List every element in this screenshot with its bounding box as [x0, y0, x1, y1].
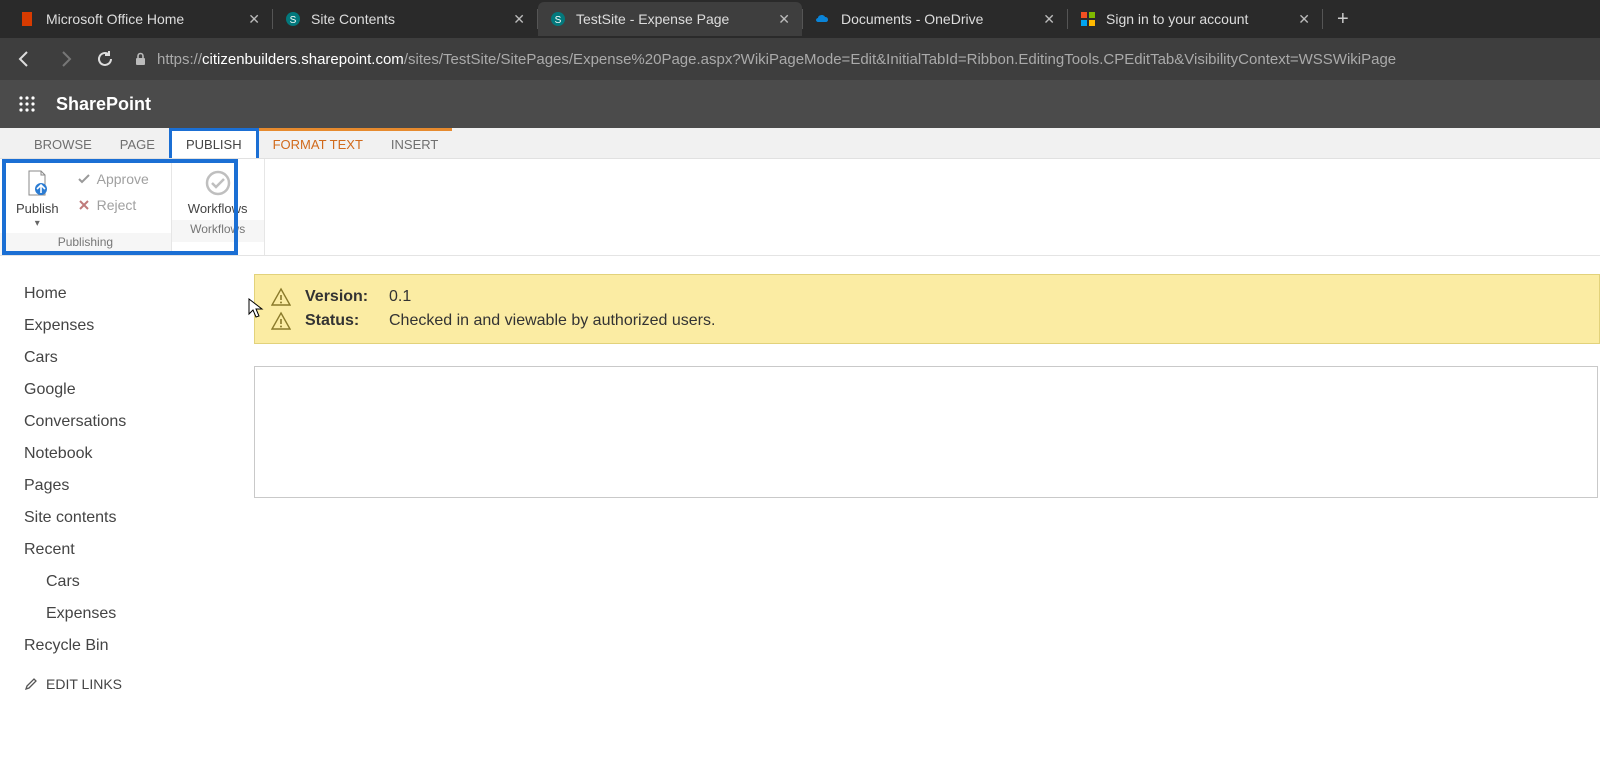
url-text: https://citizenbuilders.sharepoint.com/s… [157, 51, 1396, 68]
nav-pages[interactable]: Pages [24, 470, 254, 502]
tab-strip: Microsoft Office Home ✕ S Site Contents … [0, 0, 1600, 38]
tab-title: Documents - OneDrive [841, 11, 1033, 27]
url-scheme: https:// [157, 51, 202, 68]
url-host: citizenbuilders.sharepoint.com [202, 51, 404, 68]
tab-title: Microsoft Office Home [46, 11, 238, 27]
tab-browse[interactable]: BROWSE [20, 131, 106, 158]
nav-google[interactable]: Google [24, 374, 254, 406]
close-icon[interactable]: ✕ [778, 12, 790, 26]
url-path: /sites/TestSite/SitePages/Expense%20Page… [404, 51, 1396, 68]
group-label-publishing: Publishing [0, 233, 171, 255]
edit-links-label: EDIT LINKS [46, 676, 122, 692]
suite-bar: SharePoint [0, 80, 1600, 128]
onedrive-icon [815, 11, 831, 27]
workflows-label: Workflows [188, 201, 248, 216]
sharepoint-icon: S [550, 11, 566, 27]
lock-icon [134, 52, 147, 66]
browser-tab-active[interactable]: S TestSite - Expense Page ✕ [538, 2, 802, 36]
left-nav: Home Expenses Cars Google Conversations … [0, 256, 254, 692]
pencil-icon [24, 677, 38, 691]
nav-conversations[interactable]: Conversations [24, 406, 254, 438]
nav-recent[interactable]: Recent [24, 534, 254, 566]
close-icon[interactable]: ✕ [248, 12, 260, 26]
reload-icon[interactable] [94, 50, 116, 68]
address-bar: https://citizenbuilders.sharepoint.com/s… [0, 38, 1600, 80]
svg-text:S: S [555, 15, 562, 26]
forward-icon[interactable] [54, 49, 76, 69]
warning-icon [271, 311, 291, 331]
reject-button[interactable]: Reject [73, 195, 153, 215]
reject-label: Reject [97, 197, 137, 213]
page-editor-area[interactable] [254, 366, 1598, 498]
browser-tab[interactable]: Sign in to your account ✕ [1068, 2, 1322, 36]
office-icon [20, 11, 36, 27]
new-tab-button[interactable]: + [1323, 8, 1363, 31]
workflows-button[interactable]: Workflows [182, 165, 254, 218]
workflows-icon [202, 167, 234, 199]
edit-links-button[interactable]: EDIT LINKS [24, 662, 254, 692]
tab-page[interactable]: PAGE [106, 131, 169, 158]
reject-icon [77, 198, 91, 212]
tab-publish[interactable]: PUBLISH [169, 128, 259, 158]
suite-title[interactable]: SharePoint [56, 94, 151, 115]
main-layout: Home Expenses Cars Google Conversations … [0, 256, 1600, 692]
ribbon-group-publishing: Publish ▾ Approve Reject Publishing [0, 159, 172, 255]
sharepoint-icon: S [285, 11, 301, 27]
browser-tab[interactable]: Microsoft Office Home ✕ [8, 2, 272, 36]
warning-icon [271, 287, 291, 307]
status-row-version: Version: 0.1 [271, 285, 1583, 309]
nav-expenses[interactable]: Expenses [24, 310, 254, 342]
tab-title: TestSite - Expense Page [576, 11, 768, 27]
ribbon-tabs: BROWSE PAGE PUBLISH FORMAT TEXT INSERT [0, 128, 1600, 159]
chevron-down-icon: ▾ [35, 218, 40, 229]
tab-insert[interactable]: INSERT [377, 131, 452, 158]
status-label: Status: [305, 312, 375, 330]
ribbon-body: Publish ▾ Approve Reject Publishing [0, 159, 1600, 256]
approve-button[interactable]: Approve [73, 169, 153, 189]
url-field[interactable]: https://citizenbuilders.sharepoint.com/s… [134, 51, 1586, 68]
nav-recycle-bin[interactable]: Recycle Bin [24, 630, 254, 662]
microsoft-icon [1080, 11, 1096, 27]
nav-home[interactable]: Home [24, 278, 254, 310]
group-label-workflows: Workflows [172, 220, 264, 242]
publish-icon [21, 167, 53, 199]
tab-title: Site Contents [311, 11, 503, 27]
nav-site-contents[interactable]: Site contents [24, 502, 254, 534]
browser-tab[interactable]: S Site Contents ✕ [273, 2, 537, 36]
browser-chrome: Microsoft Office Home ✕ S Site Contents … [0, 0, 1600, 80]
ribbon-group-workflows: Workflows Workflows [172, 159, 265, 255]
status-banner: Version: 0.1 Status: Checked in and view… [254, 274, 1600, 344]
nav-recent-cars[interactable]: Cars [24, 566, 254, 598]
tab-title: Sign in to your account [1106, 11, 1288, 27]
close-icon[interactable]: ✕ [513, 12, 525, 26]
app-launcher-icon[interactable] [18, 95, 36, 113]
tab-format-text[interactable]: FORMAT TEXT [259, 131, 377, 158]
svg-text:S: S [290, 15, 297, 26]
browser-tab[interactable]: Documents - OneDrive ✕ [803, 2, 1067, 36]
approve-label: Approve [97, 171, 149, 187]
back-icon[interactable] [14, 49, 36, 69]
publish-label: Publish [16, 201, 59, 216]
close-icon[interactable]: ✕ [1043, 12, 1055, 26]
publish-button[interactable]: Publish ▾ [10, 165, 65, 231]
nav-notebook[interactable]: Notebook [24, 438, 254, 470]
version-label: Version: [305, 288, 375, 306]
approve-icon [77, 172, 91, 186]
nav-cars[interactable]: Cars [24, 342, 254, 374]
content-area: Version: 0.1 Status: Checked in and view… [254, 256, 1600, 498]
version-value: 0.1 [389, 288, 411, 306]
close-icon[interactable]: ✕ [1298, 12, 1310, 26]
nav-recent-expenses[interactable]: Expenses [24, 598, 254, 630]
status-row-status: Status: Checked in and viewable by autho… [271, 309, 1583, 333]
status-value: Checked in and viewable by authorized us… [389, 312, 715, 330]
